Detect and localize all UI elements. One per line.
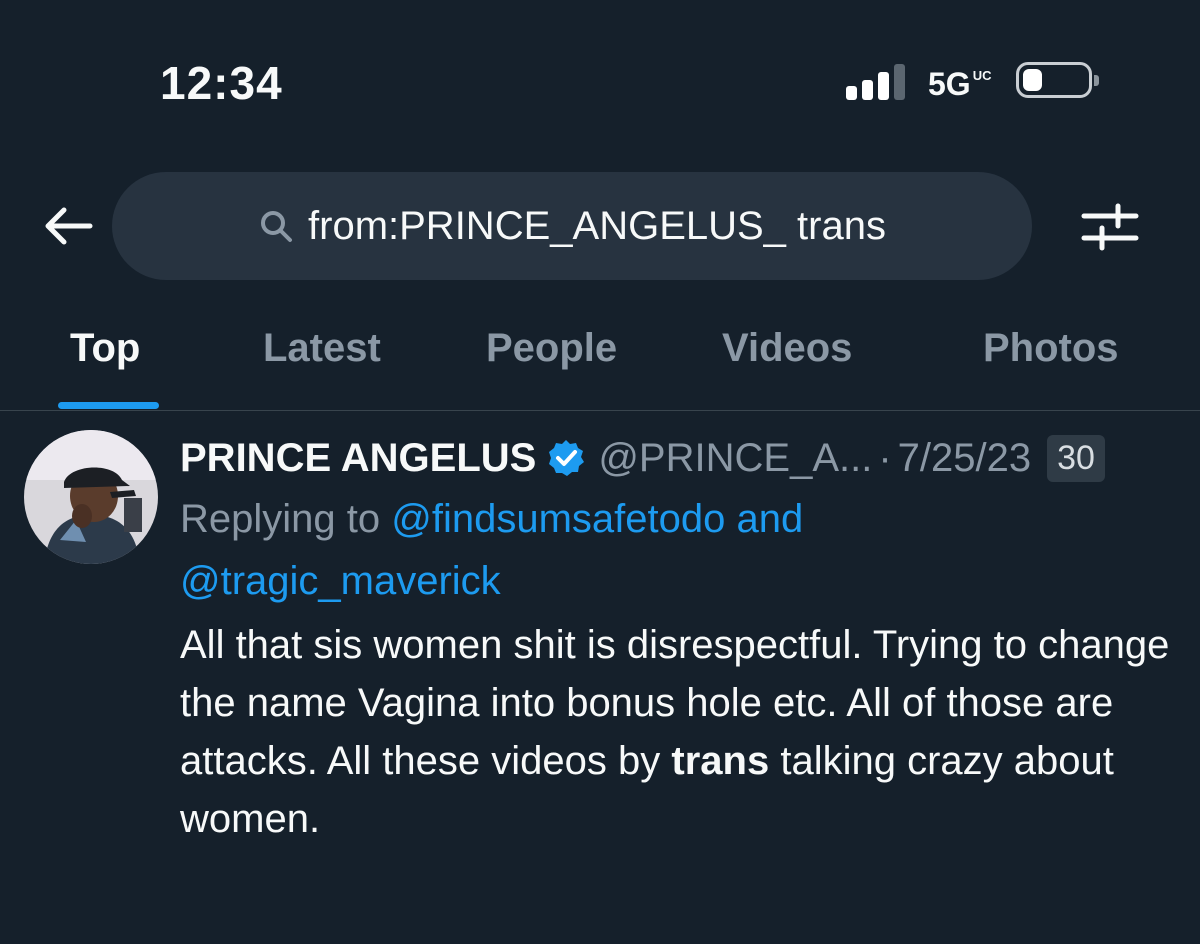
- search-tabs: Top Latest People Videos Photos: [0, 312, 1200, 411]
- tweet-meta: PRINCE ANGELUS @PRINCE_A... · 7/25/23 30: [180, 432, 1105, 484]
- mention-link[interactable]: @tragic_maverick: [180, 559, 501, 603]
- search-input[interactable]: from:PRINCE_ANGELUS_ trans: [112, 172, 1032, 280]
- filter-sliders-icon[interactable]: [1080, 202, 1140, 252]
- author-name[interactable]: PRINCE ANGELUS: [180, 436, 536, 481]
- status-time: 12:34: [160, 57, 283, 109]
- status-bar: 12:34 5G UC: [0, 0, 1200, 160]
- back-arrow-icon[interactable]: [40, 204, 96, 248]
- replying-prefix: Replying to: [180, 497, 381, 541]
- tab-people[interactable]: People: [486, 326, 617, 371]
- active-tab-indicator: [58, 402, 159, 409]
- tweet[interactable]: PRINCE ANGELUS @PRINCE_A... · 7/25/23 30…: [0, 410, 1200, 944]
- author-handle[interactable]: @PRINCE_A...: [598, 436, 872, 481]
- network-indicator: 5G UC: [928, 66, 992, 102]
- mention-link[interactable]: @findsumsafetodo: [391, 497, 725, 541]
- tab-photos[interactable]: Photos: [983, 326, 1119, 371]
- tab-top[interactable]: Top: [70, 326, 140, 371]
- mention-joiner[interactable]: and: [737, 497, 804, 541]
- signal-icon: [846, 62, 908, 100]
- tweet-text-highlight: trans: [671, 739, 770, 783]
- count-badge: 30: [1047, 434, 1105, 482]
- avatar[interactable]: [24, 430, 158, 564]
- verified-badge-icon: [549, 440, 585, 476]
- network-suffix: UC: [972, 68, 992, 83]
- tab-videos[interactable]: Videos: [722, 326, 852, 371]
- replying-to: Replying to @findsumsafetodo and @tragic…: [180, 488, 1160, 612]
- search-header: from:PRINCE_ANGELUS_ trans: [0, 168, 1200, 288]
- search-icon: [261, 211, 293, 242]
- battery-level: [1023, 69, 1042, 91]
- tweet-date[interactable]: 7/25/23: [898, 436, 1031, 481]
- tweet-text: All that sis women shit is disrespectful…: [180, 616, 1170, 848]
- battery-icon: [1016, 62, 1099, 98]
- search-query: from:PRINCE_ANGELUS_ trans: [308, 203, 886, 248]
- tab-latest[interactable]: Latest: [263, 326, 381, 371]
- meta-separator: ·: [878, 435, 892, 480]
